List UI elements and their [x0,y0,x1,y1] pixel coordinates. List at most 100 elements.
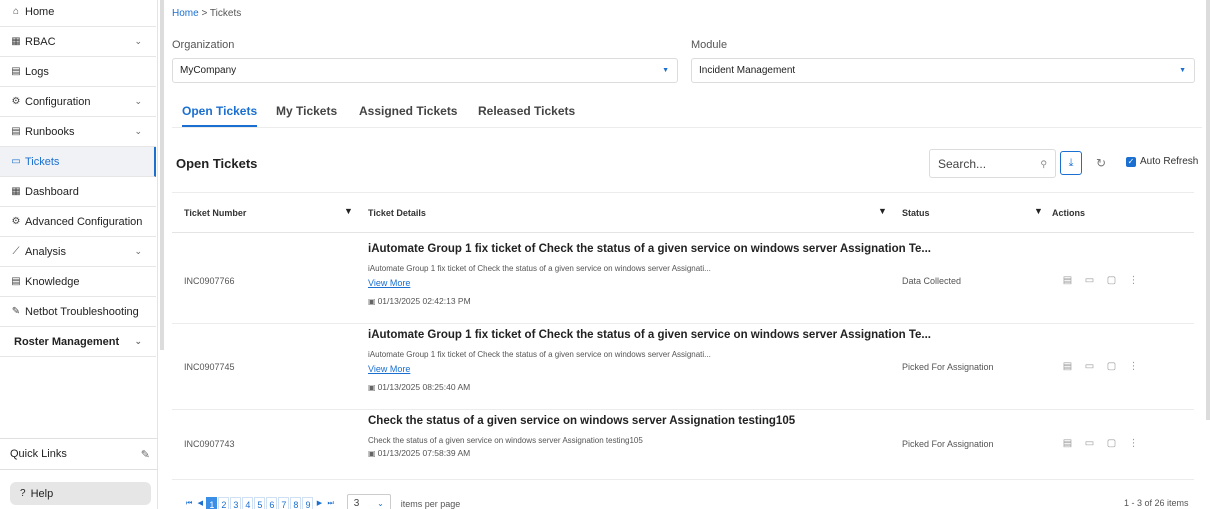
ticket-icon: ▭ [11,156,21,167]
page-button-6[interactable]: 6 [266,496,278,509]
next-page-icon[interactable]: ▶ [314,497,324,509]
sidebar-item-advanced-configuration[interactable]: ⚙ Advanced Configuration [0,207,156,237]
assign-icon[interactable]: ▭ [1084,438,1095,449]
filter-icon[interactable]: ▼ [344,206,353,216]
assign-icon[interactable]: ▭ [1084,275,1095,286]
sidebar-item-label: Runbooks [25,125,75,138]
details-icon[interactable]: ▤ [1062,275,1073,286]
wrench-icon: ✎ [11,306,21,317]
sidebar-item-knowledge[interactable]: ▤ Knowledge [0,267,156,297]
sidebar-item-label: Advanced Configuration [25,215,143,228]
sidebar-item-configuration[interactable]: ⚙ Configuration ⌄ [0,87,156,117]
ticket-number[interactable]: INC0907745 [184,362,235,372]
sidebar-item-home[interactable]: ⌂ Home [0,0,156,27]
last-page-icon[interactable]: ⏭ [325,497,335,509]
logs-icon: ▤ [11,66,21,77]
ticket-description: iAutomate Group 1 fix ticket of Check th… [368,264,711,273]
breadcrumb-current: Tickets [209,8,242,19]
ticket-title[interactable]: Check the status of a given service on w… [368,415,795,427]
page-size-select[interactable]: 3 ⌄ [346,494,391,509]
comment-icon[interactable]: ▢ [1106,275,1117,286]
gear-icon: ⚙ [11,216,21,227]
sidebar-item-label: Roster Management [14,335,120,348]
download-icon: ⤓ [1068,156,1074,169]
details-icon[interactable]: ▤ [1062,438,1073,449]
organization-value: MyCompany [180,65,237,76]
app-root: ⌂ Home ▦ RBAC ⌄ ▤ Logs ⚙ Configuration ⌄… [0,0,1210,509]
auto-refresh-checkbox[interactable]: ✓ Auto Refresh [1126,156,1198,167]
page-button-1[interactable]: 1 [206,496,218,509]
table-header: Ticket Number ▼ Ticket Details ▼ Status … [172,192,1194,233]
ticket-number[interactable]: INC0907766 [184,276,235,286]
page-button-5[interactable]: 5 [254,496,266,509]
tab-released-tickets[interactable]: Released Tickets [478,104,575,118]
page-button-9[interactable]: 9 [302,496,314,509]
tab-open-tickets[interactable]: Open Tickets [182,104,258,127]
help-button[interactable]: ? Help [10,482,151,505]
sidebar-item-netbot-troubleshooting[interactable]: ✎ Netbot Troubleshooting [0,297,156,327]
table-row[interactable]: INC0907743 Check the status of a given s… [172,410,1194,480]
more-vertical-icon[interactable]: ⋮ [1128,275,1139,286]
sidebar-item-logs[interactable]: ▤ Logs [0,57,156,87]
quick-links[interactable]: Quick Links ✎ [0,438,158,470]
more-vertical-icon[interactable]: ⋮ [1128,361,1139,372]
page-button-2[interactable]: 2 [218,496,230,509]
details-icon[interactable]: ▤ [1062,361,1073,372]
prev-page-icon[interactable]: ◀ [195,497,205,509]
items-count: 1 - 3 of 26 items [1124,498,1189,508]
filter-icon[interactable]: ▼ [878,206,887,216]
view-more-link[interactable]: View More [368,278,410,288]
sidebar-item-analysis[interactable]: ⟋ Analysis ⌄ [0,237,156,267]
filter-icon[interactable]: ▼ [1034,206,1043,216]
sidebar-item-rbac[interactable]: ▦ RBAC ⌄ [0,27,156,57]
row-actions: ▤ ▭ ▢ ⋮ [1062,361,1139,372]
sidebar-item-dashboard[interactable]: ▦ Dashboard [0,177,156,207]
chevron-down-icon: ⌄ [134,126,142,136]
breadcrumb-separator: > [201,8,208,19]
page-button-4[interactable]: 4 [242,496,254,509]
ticket-title[interactable]: iAutomate Group 1 fix ticket of Check th… [368,243,931,255]
page-scrollbar[interactable] [1206,0,1210,420]
sidebar-item-label: Netbot Troubleshooting [25,305,139,318]
comment-icon[interactable]: ▢ [1106,361,1117,372]
ticket-status: Picked For Assignation [902,439,994,449]
search-input[interactable]: Search... ⚲ [929,149,1056,178]
sidebar-item-tickets[interactable]: ▭ Tickets [0,147,156,177]
breadcrumb-home[interactable]: Home [172,8,199,19]
ticket-number[interactable]: INC0907743 [184,439,235,449]
download-button[interactable]: ⤓ [1060,151,1082,175]
ticket-status: Picked For Assignation [902,362,994,372]
organization-select[interactable]: MyCompany ▼ [172,58,678,83]
row-actions: ▤ ▭ ▢ ⋮ [1062,275,1139,286]
ticket-date-value: 01/13/2025 08:25:40 AM [377,382,471,392]
table-row[interactable]: INC0907745 iAutomate Group 1 fix ticket … [172,324,1194,410]
view-more-link[interactable]: View More [368,364,410,374]
home-icon: ⌂ [12,6,20,17]
help-icon: ? [20,488,26,499]
chevron-down-icon: ⌄ [134,246,142,256]
table-row[interactable]: INC0907766 iAutomate Group 1 fix ticket … [172,233,1194,324]
page-button-3[interactable]: 3 [230,496,242,509]
refresh-icon[interactable]: ↻ [1096,156,1106,170]
more-vertical-icon[interactable]: ⋮ [1128,438,1139,449]
ticket-date-value: 01/13/2025 07:58:39 AM [377,448,471,458]
page-button-7[interactable]: 7 [278,496,290,509]
first-page-icon[interactable]: ⏮ [184,497,194,509]
page-button-8[interactable]: 8 [290,496,302,509]
assign-icon[interactable]: ▭ [1084,361,1095,372]
comment-icon[interactable]: ▢ [1106,438,1117,449]
chevron-down-icon: ⌄ [134,96,142,106]
runbook-icon: ▤ [11,126,21,137]
pagination: ⏮ ◀ 1 2 3 4 5 6 7 8 9 ▶ ⏭ 3 ⌄ items per … [184,494,460,509]
sidebar-item-runbooks[interactable]: ▤ Runbooks ⌄ [0,117,156,147]
edit-icon[interactable]: ✎ [141,448,150,461]
sidebar-item-roster-management[interactable]: Roster Management ⌄ [0,327,156,357]
caret-down-icon: ▼ [1179,67,1186,74]
book-icon: ▤ [11,276,21,287]
ticket-title[interactable]: iAutomate Group 1 fix ticket of Check th… [368,329,931,341]
module-select[interactable]: Incident Management ▼ [691,58,1195,83]
tab-my-tickets[interactable]: My Tickets [276,104,337,118]
ticket-date-value: 01/13/2025 02:42:13 PM [377,296,471,306]
search-placeholder: Search... [938,156,987,171]
tab-assigned-tickets[interactable]: Assigned Tickets [359,104,457,118]
